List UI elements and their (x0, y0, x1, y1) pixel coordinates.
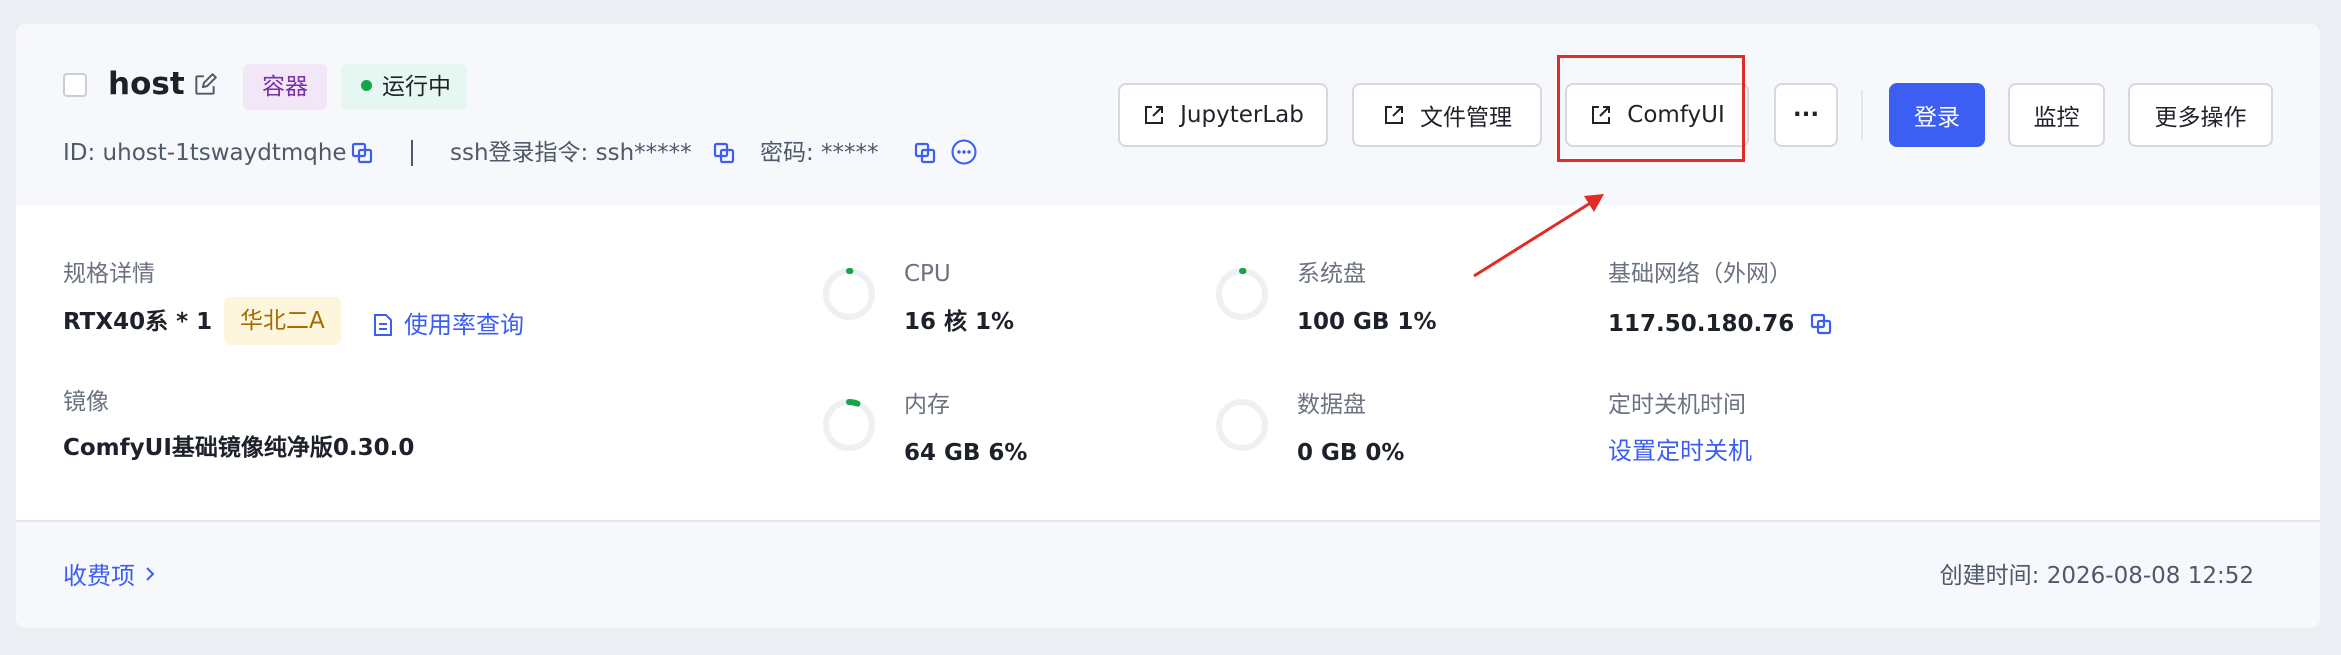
billing-label: 收费项 (63, 562, 135, 590)
network-ip: 117.50.180.76 (1608, 311, 1795, 337)
type-tag: 容器 (243, 64, 327, 110)
cpu-value: 16 核 1% (904, 309, 1015, 335)
more-ops-label: 更多操作 (2154, 105, 2247, 131)
file-manager-button[interactable]: 文件管理 (1352, 83, 1542, 147)
network-label: 基础网络（外网） (1608, 261, 1792, 287)
image-value: ComfyUI基础镜像纯净版0.30.0 (63, 435, 415, 461)
status-badge: 运行中 (341, 64, 467, 110)
cpu-label: CPU (904, 261, 951, 287)
document-icon (374, 314, 392, 336)
annotation-arrow-icon (1473, 194, 1604, 278)
status-dot-icon (361, 80, 372, 91)
instance-card: host 容器 运行中 ID: uhost-1tswaydtmqhe ssh登录… (16, 24, 2320, 628)
system-disk-label: 系统盘 (1297, 261, 1366, 287)
data-disk-value: 0 GB 0% (1297, 440, 1405, 466)
system-disk-value: 100 GB 1% (1297, 309, 1437, 335)
copy-ip-icon[interactable] (1810, 313, 1832, 335)
data-disk-label: 数据盘 (1297, 392, 1366, 418)
region-tag: 华北二A (224, 297, 341, 345)
edit-icon[interactable] (192, 72, 218, 98)
meta-separator (411, 140, 413, 166)
usage-query-label: 使用率查询 (404, 311, 524, 339)
system-disk-usage-ring (1216, 268, 1268, 320)
spec-label: 规格详情 (63, 261, 155, 287)
file-manager-label: 文件管理 (1420, 105, 1512, 131)
monitor-label: 监控 (2033, 105, 2080, 131)
toolbar-divider (1861, 90, 1863, 140)
copy-password-icon[interactable] (914, 142, 936, 164)
login-label: 登录 (1914, 105, 1960, 131)
external-link-icon (1145, 106, 1164, 124)
spec-value: RTX40系 * 1 (63, 309, 213, 335)
status-text: 运行中 (382, 74, 451, 100)
shutdown-label: 定时关机时间 (1608, 392, 1746, 418)
more-dots-button[interactable]: ··· (1774, 83, 1838, 147)
image-label: 镜像 (63, 389, 109, 415)
more-info-icon[interactable] (950, 138, 978, 166)
monitor-button[interactable]: 监控 (2008, 83, 2105, 147)
copy-id-icon[interactable] (351, 142, 373, 164)
memory-label: 内存 (904, 392, 950, 418)
chevron-right-icon (146, 566, 155, 581)
copy-ssh-icon[interactable] (713, 142, 735, 164)
select-checkbox[interactable] (63, 73, 87, 97)
more-ops-button[interactable]: 更多操作 (2128, 83, 2273, 147)
set-shutdown-link[interactable]: 设置定时关机 (1608, 435, 1752, 467)
memory-usage-ring (823, 399, 875, 451)
created-time: 创建时间: 2026-08-08 12:52 (1939, 563, 2254, 589)
instance-name: host (108, 66, 185, 102)
password: 密码: ***** (760, 140, 879, 166)
data-disk-usage-ring (1216, 399, 1268, 451)
memory-value: 64 GB 6% (904, 440, 1028, 466)
more-dots-label: ··· (1792, 102, 1820, 128)
usage-query-link[interactable]: 使用率查询 (372, 309, 524, 341)
ssh-command: ssh登录指令: ssh***** (450, 140, 692, 166)
login-button[interactable]: 登录 (1889, 83, 1985, 147)
jupyterlab-button[interactable]: JupyterLab (1118, 83, 1328, 147)
highlight-box (1557, 55, 1745, 162)
instance-id: ID: uhost-1tswaydtmqhe (63, 140, 347, 166)
external-link-icon (1385, 106, 1403, 124)
billing-link[interactable]: 收费项 (63, 556, 159, 591)
cpu-usage-ring (823, 268, 875, 320)
jupyterlab-label: JupyterLab (1180, 102, 1304, 128)
